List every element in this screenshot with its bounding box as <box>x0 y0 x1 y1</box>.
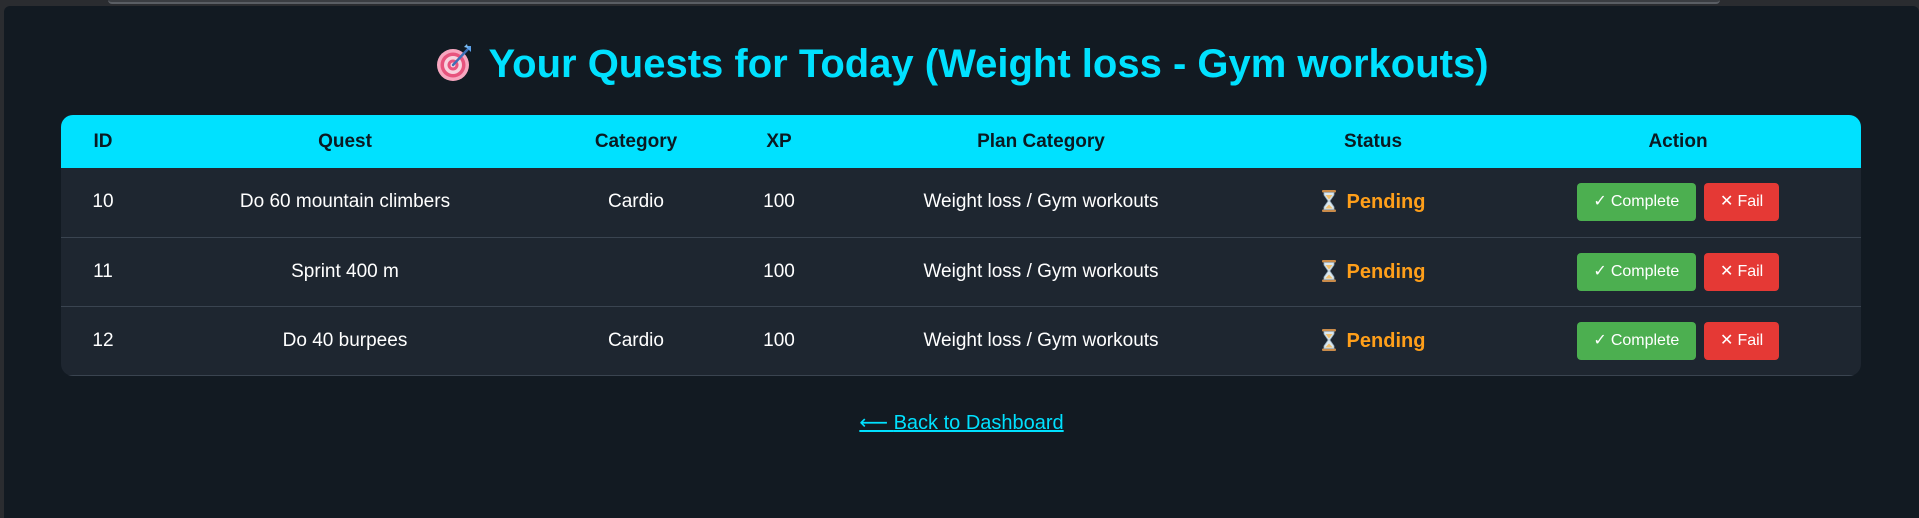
back-to-dashboard-link[interactable]: ⟵ Back to Dashboard <box>859 412 1063 434</box>
quest-category <box>545 237 727 307</box>
column-header-action: Action <box>1495 115 1861 168</box>
column-header-quest: Quest <box>145 115 545 168</box>
quest-id: 11 <box>61 237 145 307</box>
close-icon: ✕ <box>1720 193 1734 211</box>
check-icon: ✓ <box>1593 193 1607 211</box>
check-icon: ✓ <box>1593 331 1607 349</box>
close-icon: ✕ <box>1720 262 1734 280</box>
action-cell: ✓ Complete ✕ Fail <box>1495 306 1861 376</box>
hourglass-icon <box>1321 328 1336 351</box>
table-row: 11 Sprint 400 m 100 Weight loss / Gym wo… <box>61 237 1861 307</box>
check-icon: ✓ <box>1593 262 1607 280</box>
target-icon <box>437 44 472 81</box>
action-cell: ✓ Complete ✕ Fail <box>1495 168 1861 238</box>
quest-xp: 100 <box>727 306 831 376</box>
quests-table: ID Quest Category XP Plan Category Statu… <box>61 115 1861 376</box>
quest-plan-category: Weight loss / Gym workouts <box>831 306 1251 376</box>
complete-button[interactable]: ✓ Complete <box>1576 321 1696 360</box>
complete-label: Complete <box>1610 193 1680 211</box>
close-icon: ✕ <box>1720 331 1734 349</box>
top-bar-remnant <box>108 0 1720 4</box>
quests-page: Your Quests for Today (Weight loss - Gym… <box>4 6 1919 518</box>
fail-button[interactable]: ✕ Fail <box>1704 252 1780 291</box>
complete-button[interactable]: ✓ Complete <box>1576 252 1696 291</box>
quest-id: 12 <box>61 306 145 376</box>
column-header-status: Status <box>1251 115 1495 168</box>
quest-plan-category: Weight loss / Gym workouts <box>831 237 1251 307</box>
quest-plan-category: Weight loss / Gym workouts <box>831 168 1251 238</box>
status-text: Pending <box>1346 191 1426 214</box>
table-header-row: ID Quest Category XP Plan Category Statu… <box>61 115 1861 168</box>
quest-category: Cardio <box>545 168 727 238</box>
quest-name: Do 60 mountain climbers <box>145 168 545 238</box>
fail-label: Fail <box>1737 262 1764 280</box>
fail-button[interactable]: ✕ Fail <box>1704 321 1780 360</box>
table-row: 12 Do 40 burpees Cardio 100 Weight loss … <box>61 306 1861 376</box>
fail-label: Fail <box>1737 331 1764 349</box>
table-row: 10 Do 60 mountain climbers Cardio 100 We… <box>61 168 1861 238</box>
quest-category: Cardio <box>545 306 727 376</box>
column-header-xp: XP <box>727 115 831 168</box>
fail-label: Fail <box>1737 193 1764 211</box>
column-header-id: ID <box>61 115 145 168</box>
page-title-text: Your Quests for Today (Weight loss - Gym… <box>488 42 1489 86</box>
complete-button[interactable]: ✓ Complete <box>1576 183 1696 222</box>
complete-label: Complete <box>1610 331 1680 349</box>
complete-label: Complete <box>1610 262 1680 280</box>
quest-id: 10 <box>61 168 145 238</box>
page-title: Your Quests for Today (Weight loss - Gym… <box>4 42 1919 87</box>
quest-name: Do 40 burpees <box>145 306 545 376</box>
column-header-plan-category: Plan Category <box>831 115 1251 168</box>
hourglass-icon <box>1321 259 1336 282</box>
quest-xp: 100 <box>727 237 831 307</box>
quest-xp: 100 <box>727 168 831 238</box>
column-header-category: Category <box>545 115 727 168</box>
back-link-label: Back to Dashboard <box>893 412 1064 434</box>
status-badge: Pending <box>1251 237 1495 307</box>
hourglass-icon <box>1321 190 1336 213</box>
action-cell: ✓ Complete ✕ Fail <box>1495 237 1861 307</box>
status-badge: Pending <box>1251 168 1495 238</box>
back-link-container: ⟵ Back to Dashboard <box>4 410 1919 435</box>
quest-name: Sprint 400 m <box>145 237 545 307</box>
status-badge: Pending <box>1251 306 1495 376</box>
status-text: Pending <box>1346 329 1426 352</box>
fail-button[interactable]: ✕ Fail <box>1704 183 1780 222</box>
status-text: Pending <box>1346 260 1426 283</box>
back-arrow-icon: ⟵ <box>859 412 888 434</box>
